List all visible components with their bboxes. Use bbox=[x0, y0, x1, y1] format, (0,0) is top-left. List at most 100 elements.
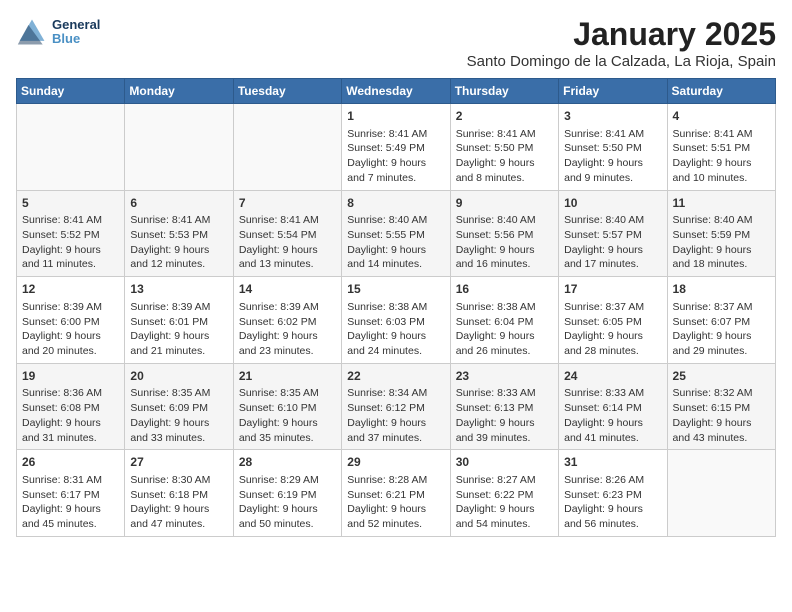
day-info: Sunrise: 8:41 AMSunset: 5:54 PMDaylight:… bbox=[239, 213, 336, 272]
day-cell: 18 Sunrise: 8:37 AMSunset: 6:07 PMDayligh… bbox=[667, 277, 775, 364]
day-cell bbox=[667, 450, 775, 537]
week-row-5: 26Sunrise: 8:31 AMSunset: 6:17 PMDayligh… bbox=[17, 450, 776, 537]
day-info: Sunrise: 8:34 AMSunset: 6:12 PMDaylight:… bbox=[347, 386, 444, 445]
header-saturday: Saturday bbox=[667, 79, 775, 104]
day-cell: 26Sunrise: 8:31 AMSunset: 6:17 PMDayligh… bbox=[17, 450, 125, 537]
day-info: Sunrise: 8:35 AMSunset: 6:09 PMDaylight:… bbox=[130, 386, 227, 445]
day-number: 2 bbox=[456, 108, 553, 125]
day-info: Sunrise: 8:40 AMSunset: 5:56 PMDaylight:… bbox=[456, 213, 553, 272]
location-title: Santo Domingo de la Calzada, La Rioja, S… bbox=[467, 53, 776, 70]
day-number: 16 bbox=[456, 281, 553, 298]
day-info: Sunrise: 8:39 AMSunset: 6:02 PMDaylight:… bbox=[239, 300, 336, 359]
day-info: Sunrise: 8:32 AMSunset: 6:15 PMDaylight:… bbox=[673, 386, 770, 445]
day-info: Sunrise: 8:40 AMSunset: 5:57 PMDaylight:… bbox=[564, 213, 661, 272]
day-cell: 8Sunrise: 8:40 AMSunset: 5:55 PMDaylight… bbox=[342, 190, 450, 277]
day-cell: 5Sunrise: 8:41 AMSunset: 5:52 PMDaylight… bbox=[17, 190, 125, 277]
day-number: 27 bbox=[130, 454, 227, 471]
day-number: 14 bbox=[239, 281, 336, 298]
day-cell bbox=[17, 104, 125, 191]
day-info: Sunrise: 8:37 AMSunset: 6:05 PMDaylight:… bbox=[564, 300, 661, 359]
title-area: January 2025 Santo Domingo de la Calzada… bbox=[467, 16, 776, 70]
day-cell: 22Sunrise: 8:34 AMSunset: 6:12 PMDayligh… bbox=[342, 363, 450, 450]
logo-line2: Blue bbox=[52, 32, 100, 46]
day-info: Sunrise: 8:26 AMSunset: 6:23 PMDaylight:… bbox=[564, 473, 661, 532]
day-info: Sunrise: 8:29 AMSunset: 6:19 PMDaylight:… bbox=[239, 473, 336, 532]
day-info: Sunrise: 8:33 AMSunset: 6:14 PMDaylight:… bbox=[564, 386, 661, 445]
day-number: 8 bbox=[347, 195, 444, 212]
day-info: Sunrise: 8:38 AMSunset: 6:03 PMDaylight:… bbox=[347, 300, 444, 359]
header-thursday: Thursday bbox=[450, 79, 558, 104]
day-cell: 2 Sunrise: 8:41 AMSunset: 5:50 PMDaylight… bbox=[450, 104, 558, 191]
month-title: January 2025 bbox=[467, 16, 776, 53]
header-sunday: Sunday bbox=[17, 79, 125, 104]
day-info: Sunrise: 8:39 AMSunset: 6:00 PMDaylight:… bbox=[22, 300, 119, 359]
day-cell: 21Sunrise: 8:35 AMSunset: 6:10 PMDayligh… bbox=[233, 363, 341, 450]
day-info: Sunrise: 8:27 AMSunset: 6:22 PMDaylight:… bbox=[456, 473, 553, 532]
logo-line1: General bbox=[52, 18, 100, 32]
day-info: Sunrise: 8:30 AMSunset: 6:18 PMDaylight:… bbox=[130, 473, 227, 532]
day-number: 10 bbox=[564, 195, 661, 212]
day-number: 20 bbox=[130, 368, 227, 385]
day-cell: 13Sunrise: 8:39 AMSunset: 6:01 PMDayligh… bbox=[125, 277, 233, 364]
header-monday: Monday bbox=[125, 79, 233, 104]
day-number: 12 bbox=[22, 281, 119, 298]
day-cell: 30Sunrise: 8:27 AMSunset: 6:22 PMDayligh… bbox=[450, 450, 558, 537]
weekday-header-row: Sunday Monday Tuesday Wednesday Thursday… bbox=[17, 79, 776, 104]
day-number: 19 bbox=[22, 368, 119, 385]
day-cell: 20Sunrise: 8:35 AMSunset: 6:09 PMDayligh… bbox=[125, 363, 233, 450]
day-cell bbox=[125, 104, 233, 191]
day-cell: 29Sunrise: 8:28 AMSunset: 6:21 PMDayligh… bbox=[342, 450, 450, 537]
header-friday: Friday bbox=[559, 79, 667, 104]
day-number: 22 bbox=[347, 368, 444, 385]
day-info: Sunrise: 8:41 AMSunset: 5:52 PMDaylight:… bbox=[22, 213, 119, 272]
day-info: Sunrise: 8:38 AMSunset: 6:04 PMDaylight:… bbox=[456, 300, 553, 359]
logo-icon bbox=[16, 16, 48, 48]
day-number: 15 bbox=[347, 281, 444, 298]
week-row-2: 5Sunrise: 8:41 AMSunset: 5:52 PMDaylight… bbox=[17, 190, 776, 277]
week-row-4: 19Sunrise: 8:36 AMSunset: 6:08 PMDayligh… bbox=[17, 363, 776, 450]
day-number: 11 bbox=[673, 195, 770, 212]
day-number: 18 bbox=[673, 281, 770, 298]
day-info: Sunrise: 8:41 AMSunset: 5:50 PMDaylight:… bbox=[564, 127, 661, 186]
day-cell: 16 Sunrise: 8:38 AMSunset: 6:04 PMDayligh… bbox=[450, 277, 558, 364]
day-cell: 6Sunrise: 8:41 AMSunset: 5:53 PMDaylight… bbox=[125, 190, 233, 277]
day-cell: 19Sunrise: 8:36 AMSunset: 6:08 PMDayligh… bbox=[17, 363, 125, 450]
calendar: Sunday Monday Tuesday Wednesday Thursday… bbox=[16, 78, 776, 537]
day-info: Sunrise: 8:41 AMSunset: 5:50 PMDaylight:… bbox=[456, 127, 553, 186]
day-cell: 14 Sunrise: 8:39 AMSunset: 6:02 PMDayligh… bbox=[233, 277, 341, 364]
day-cell: 12 Sunrise: 8:39 AMSunset: 6:00 PMDayligh… bbox=[17, 277, 125, 364]
day-number: 13 bbox=[130, 281, 227, 298]
day-cell: 10Sunrise: 8:40 AMSunset: 5:57 PMDayligh… bbox=[559, 190, 667, 277]
day-number: 9 bbox=[456, 195, 553, 212]
day-info: Sunrise: 8:41 AMSunset: 5:51 PMDaylight:… bbox=[673, 127, 770, 186]
week-row-3: 12 Sunrise: 8:39 AMSunset: 6:00 PMDayligh… bbox=[17, 277, 776, 364]
header-wednesday: Wednesday bbox=[342, 79, 450, 104]
day-number: 24 bbox=[564, 368, 661, 385]
day-number: 26 bbox=[22, 454, 119, 471]
day-number: 3 bbox=[564, 108, 661, 125]
logo-text: General Blue bbox=[52, 18, 100, 47]
day-cell: 9Sunrise: 8:40 AMSunset: 5:56 PMDaylight… bbox=[450, 190, 558, 277]
day-info: Sunrise: 8:35 AMSunset: 6:10 PMDaylight:… bbox=[239, 386, 336, 445]
day-number: 25 bbox=[673, 368, 770, 385]
day-info: Sunrise: 8:36 AMSunset: 6:08 PMDaylight:… bbox=[22, 386, 119, 445]
day-info: Sunrise: 8:37 AMSunset: 6:07 PMDaylight:… bbox=[673, 300, 770, 359]
day-number: 6 bbox=[130, 195, 227, 212]
day-cell bbox=[233, 104, 341, 191]
day-cell: 11Sunrise: 8:40 AMSunset: 5:59 PMDayligh… bbox=[667, 190, 775, 277]
day-number: 4 bbox=[673, 108, 770, 125]
day-cell: 25Sunrise: 8:32 AMSunset: 6:15 PMDayligh… bbox=[667, 363, 775, 450]
day-cell: 24Sunrise: 8:33 AMSunset: 6:14 PMDayligh… bbox=[559, 363, 667, 450]
week-row-1: 1Sunrise: 8:41 AMSunset: 5:49 PMDaylight… bbox=[17, 104, 776, 191]
day-cell: 23Sunrise: 8:33 AMSunset: 6:13 PMDayligh… bbox=[450, 363, 558, 450]
day-info: Sunrise: 8:41 AMSunset: 5:49 PMDaylight:… bbox=[347, 127, 444, 186]
header: General Blue January 2025 Santo Domingo … bbox=[16, 16, 776, 70]
day-cell: 31 Sunrise: 8:26 AMSunset: 6:23 PMDayligh… bbox=[559, 450, 667, 537]
day-info: Sunrise: 8:28 AMSunset: 6:21 PMDaylight:… bbox=[347, 473, 444, 532]
header-tuesday: Tuesday bbox=[233, 79, 341, 104]
day-number: 31 bbox=[564, 454, 661, 471]
day-cell: 3 Sunrise: 8:41 AMSunset: 5:50 PMDaylight… bbox=[559, 104, 667, 191]
day-number: 21 bbox=[239, 368, 336, 385]
logo: General Blue bbox=[16, 16, 100, 48]
day-cell: 27 Sunrise: 8:30 AMSunset: 6:18 PMDayligh… bbox=[125, 450, 233, 537]
